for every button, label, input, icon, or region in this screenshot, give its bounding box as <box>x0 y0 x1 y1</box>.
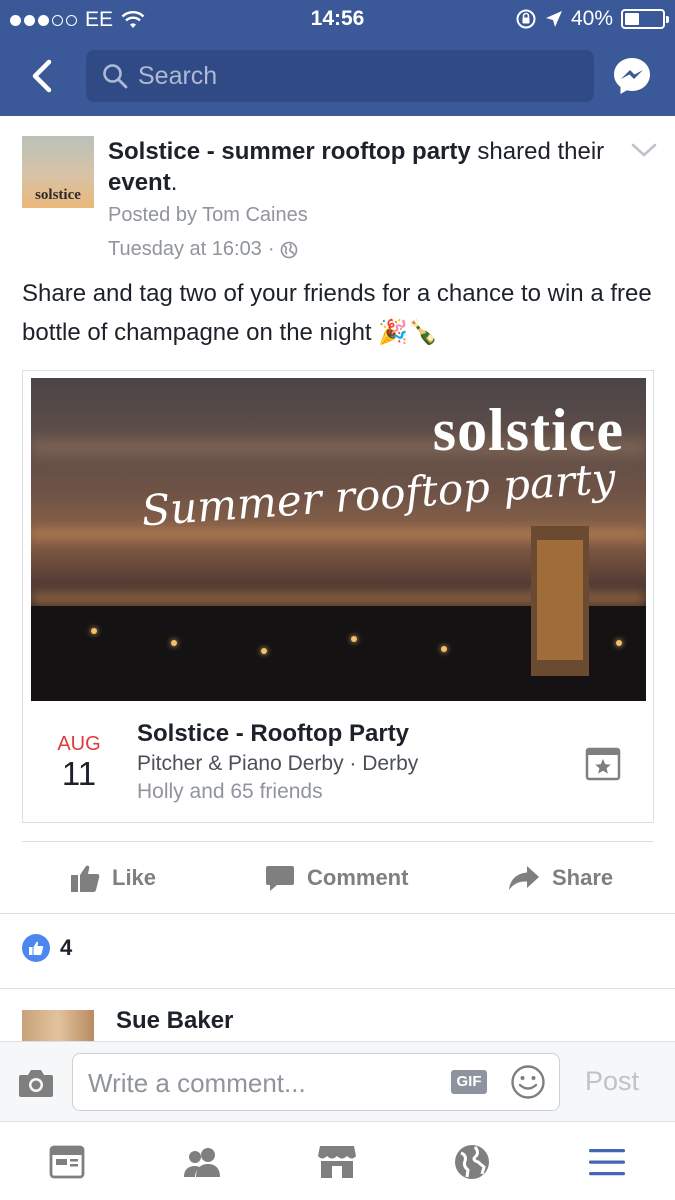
battery-icon <box>621 9 669 29</box>
cover-subtitle: Summer rooftop party <box>139 453 618 536</box>
comment-author[interactable]: Sue Baker <box>116 1007 233 1035</box>
post-headline: Solstice - summer rooftop party shared t… <box>108 136 608 198</box>
page-avatar[interactable]: solstice <box>22 136 94 208</box>
like-button[interactable]: Like <box>70 858 156 898</box>
divider <box>0 988 675 989</box>
search-input[interactable]: Search <box>86 50 594 102</box>
event-venue: Pitcher & Piano Derby · Derby <box>137 752 419 775</box>
cathedral-tower-silhouette <box>531 526 589 676</box>
globe-icon <box>281 241 298 258</box>
comment-label: Comment <box>307 865 409 890</box>
top-bar: EE 14:56 40% Search <box>0 0 675 116</box>
news-feed-icon <box>49 1145 85 1179</box>
bottom-tab-bar <box>0 1121 675 1200</box>
tab-friends[interactable] <box>180 1142 224 1182</box>
comment-input[interactable]: Write a comment... GIF <box>72 1053 560 1111</box>
save-event-button[interactable] <box>585 746 621 782</box>
comment-button[interactable]: Comment <box>265 858 408 898</box>
timestamp-separator: · <box>267 238 275 260</box>
post-body-text: Share and tag two of your friends for a … <box>22 280 652 346</box>
notifications-globe-icon <box>455 1145 489 1179</box>
event-cover-image[interactable]: solstice Summer rooftop party <box>31 378 646 701</box>
emoji-icon[interactable] <box>510 1064 546 1100</box>
friends-icon <box>184 1148 220 1177</box>
share-arrow-icon <box>509 866 539 890</box>
search-icon <box>103 64 128 89</box>
comment-placeholder: Write a comment... <box>88 1068 306 1098</box>
marketplace-icon <box>318 1146 356 1178</box>
event-day: 11 <box>61 755 97 792</box>
posted-by[interactable]: Posted by Tom Caines <box>108 204 308 227</box>
share-label: Share <box>552 865 614 890</box>
back-button[interactable] <box>22 56 62 96</box>
avatar-logo-text: solstice <box>35 187 81 203</box>
search-placeholder: Search <box>138 61 218 90</box>
camera-icon[interactable] <box>18 1068 54 1098</box>
battery-percent: 40% <box>570 7 613 30</box>
messenger-button[interactable] <box>612 56 652 96</box>
chevron-down-icon[interactable] <box>630 140 658 160</box>
comment-bubble-icon <box>266 866 294 891</box>
thumbs-up-icon <box>71 865 100 892</box>
event-date: AUG 11 <box>53 733 105 792</box>
event-friends-going: Holly and 65 friends <box>137 780 323 803</box>
timestamp-text: Tuesday at 16:03 <box>108 238 262 260</box>
event-month: AUG <box>57 733 101 755</box>
post-timestamp[interactable]: Tuesday at 16:03 · <box>108 238 298 261</box>
like-reaction-icon <box>22 934 50 962</box>
tab-menu[interactable] <box>585 1142 629 1182</box>
gif-button[interactable]: GIF <box>451 1070 487 1094</box>
tab-news-feed[interactable] <box>45 1142 89 1182</box>
post-comment-button[interactable]: Post <box>585 1066 639 1097</box>
rotation-lock-icon <box>516 9 536 29</box>
location-arrow-icon <box>545 11 562 27</box>
share-button[interactable]: Share <box>508 858 613 898</box>
divider <box>0 913 675 914</box>
page-name-link[interactable]: Solstice - summer rooftop party <box>108 138 471 165</box>
comment-composer: Write a comment... GIF Post <box>0 1041 675 1121</box>
event-title[interactable]: Solstice - Rooftop Party <box>137 720 409 748</box>
headline-period: . <box>170 169 178 196</box>
divider <box>22 841 653 842</box>
event-link[interactable]: event <box>108 169 171 196</box>
status-bar: EE 14:56 40% <box>0 0 675 38</box>
tab-notifications[interactable] <box>450 1142 494 1182</box>
reactions-summary[interactable]: 4 <box>22 934 72 962</box>
event-card[interactable]: solstice Summer rooftop party AUG 11 Sol… <box>22 370 654 823</box>
tab-marketplace[interactable] <box>315 1142 359 1182</box>
menu-icon <box>589 1149 625 1176</box>
reaction-count: 4 <box>60 935 73 960</box>
back-icon <box>32 59 52 93</box>
like-label: Like <box>112 865 157 890</box>
shared-text: shared their <box>477 138 605 165</box>
calendar-star-icon <box>585 747 621 781</box>
messenger-icon <box>614 58 650 94</box>
